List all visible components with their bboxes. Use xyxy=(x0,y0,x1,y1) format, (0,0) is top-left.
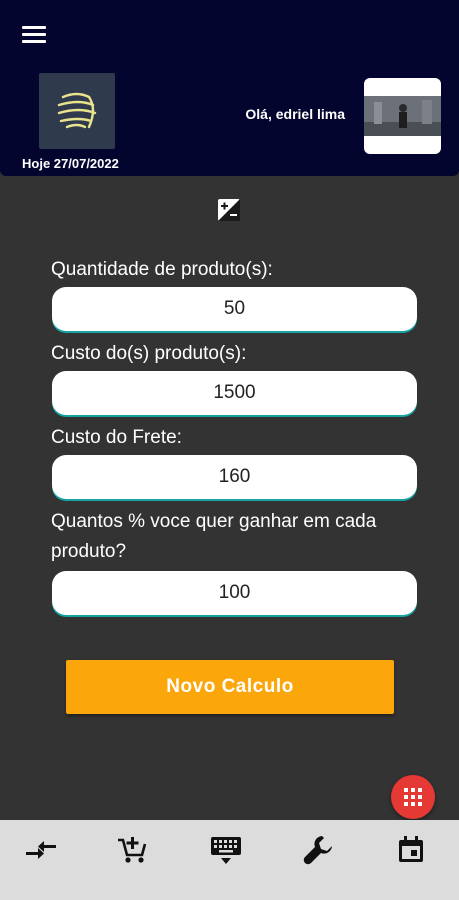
hands-logo-icon xyxy=(57,92,97,129)
quantity-input[interactable] xyxy=(52,287,417,331)
menu-icon[interactable] xyxy=(22,26,46,44)
current-date: Hoje 27/07/2022 xyxy=(22,156,119,171)
wrench-icon[interactable] xyxy=(300,832,336,868)
bottom-navigation xyxy=(0,820,459,900)
plus-minus-icon[interactable] xyxy=(218,199,240,221)
quantity-label: Quantidade de produto(s): xyxy=(51,259,273,280)
add-cart-icon[interactable] xyxy=(114,832,150,868)
user-greeting: Olá, edriel lima xyxy=(245,106,345,122)
keyboard-icon[interactable] xyxy=(208,832,244,868)
app-logo xyxy=(39,73,115,149)
avatar[interactable] xyxy=(364,78,441,154)
profit-percent-label: Quantos % voce quer ganhar em cada produ… xyxy=(51,511,377,562)
product-cost-label: Custo do(s) produto(s): xyxy=(51,343,247,364)
shipping-cost-input[interactable] xyxy=(52,455,417,499)
compare-arrows-icon[interactable] xyxy=(23,832,59,868)
new-calc-button[interactable]: Novo Calculo xyxy=(66,660,394,714)
shipping-cost-label: Custo do Frete: xyxy=(51,427,182,448)
app-header: Hoje 27/07/2022 Olá, edriel lima xyxy=(0,0,459,176)
profit-percent-input[interactable] xyxy=(52,571,417,615)
calendar-icon[interactable] xyxy=(393,832,429,868)
avatar-photo xyxy=(364,96,441,136)
product-cost-input[interactable] xyxy=(52,371,417,415)
grid-apps-icon[interactable] xyxy=(391,775,435,819)
